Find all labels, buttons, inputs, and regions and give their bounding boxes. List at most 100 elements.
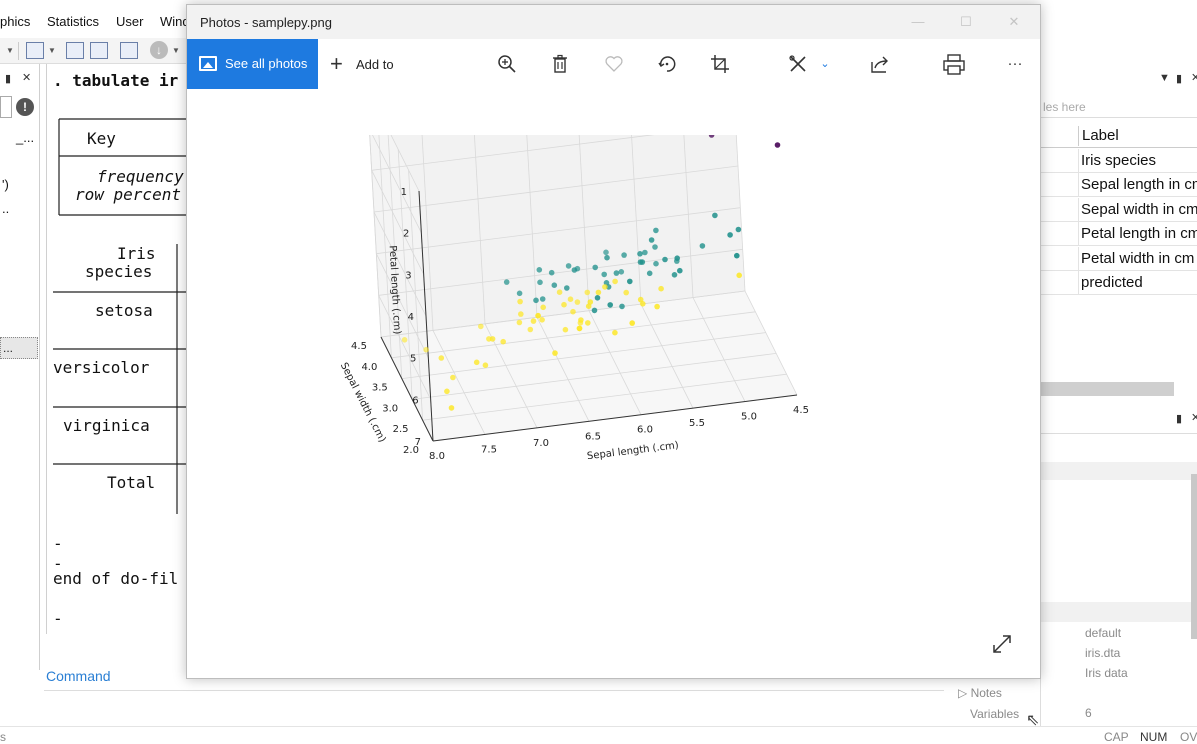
- variable-label: Petal length in cm: [1081, 225, 1197, 242]
- output-dot: -: [53, 534, 63, 553]
- data-point: [654, 303, 660, 310]
- variable-row[interactable]: Petal length in cm: [1041, 222, 1197, 246]
- variable-label: Sepal width in cm: [1081, 201, 1197, 218]
- minimize-icon[interactable]: —: [895, 11, 941, 33]
- y-tick-label: 4.0: [361, 362, 377, 373]
- close-icon[interactable]: ✕: [1191, 411, 1197, 424]
- data-point: [727, 232, 733, 238]
- data-point: [712, 212, 718, 219]
- menu-graphics[interactable]: phics: [0, 14, 30, 29]
- data-point: [539, 317, 545, 323]
- data-point: [618, 269, 625, 275]
- variable-row[interactable]: Iris species: [1041, 149, 1197, 173]
- variable-label: Sepal length in cm: [1081, 176, 1197, 193]
- variable-row[interactable]: Sepal width in cm: [1041, 198, 1197, 222]
- data-point: [735, 226, 742, 233]
- caret-icon[interactable]: ▼: [6, 46, 14, 55]
- row-label-total: Total: [107, 473, 156, 492]
- caps-indicator: CAP: [1104, 730, 1129, 744]
- pin-icon[interactable]: ▮: [1176, 72, 1182, 85]
- warning-icon: !: [16, 98, 34, 116]
- break-icon[interactable]: ↓: [150, 41, 168, 59]
- variables-filter-input[interactable]: les here: [1041, 96, 1197, 118]
- data-editor-icon[interactable]: [66, 42, 84, 59]
- data-point: [595, 289, 602, 296]
- data-point: [639, 259, 646, 265]
- notes-property-label[interactable]: ▷ Notes: [958, 686, 1002, 700]
- variable-row[interactable]: predicted: [1041, 271, 1197, 295]
- data-point: [613, 270, 620, 276]
- crop-icon[interactable]: [707, 51, 733, 77]
- caret-icon[interactable]: ▼: [48, 46, 56, 55]
- see-all-photos-button[interactable]: See all photos: [187, 39, 318, 89]
- close-icon[interactable]: ✕: [22, 71, 31, 84]
- variable-label: Petal width in cm: [1081, 250, 1195, 267]
- rotate-icon[interactable]: [654, 51, 680, 77]
- pin-icon[interactable]: ▮: [5, 72, 11, 85]
- history-item[interactable]: '): [2, 177, 9, 192]
- data-point: [621, 252, 627, 258]
- data-point: [585, 303, 592, 309]
- horizontal-scrollbar[interactable]: [1041, 382, 1174, 396]
- full-screen-icon[interactable]: [989, 631, 1015, 657]
- share-icon[interactable]: [867, 51, 893, 77]
- filter-icon[interactable]: ▼: [1159, 72, 1170, 84]
- history-item[interactable]: ..: [2, 201, 9, 216]
- chevron-down-icon[interactable]: ⌄: [812, 51, 838, 77]
- variables-property-label: Variables: [970, 707, 1020, 721]
- variables-manager-icon[interactable]: [120, 42, 138, 59]
- command-input[interactable]: [44, 690, 944, 724]
- data-point: [736, 272, 742, 279]
- delete-icon[interactable]: [547, 51, 573, 77]
- x-tick-label: 5.0: [741, 412, 757, 423]
- pin-icon[interactable]: ▮: [1176, 412, 1182, 425]
- data-point: [561, 301, 567, 308]
- data-point: [551, 282, 558, 288]
- status-left: s: [0, 730, 6, 744]
- do-file-editor-icon[interactable]: [26, 42, 44, 59]
- label-column-header[interactable]: Label: [1082, 127, 1119, 144]
- maximize-icon[interactable]: ☐: [943, 11, 989, 33]
- menu-user[interactable]: User: [116, 14, 143, 29]
- caret-icon[interactable]: ▼: [172, 46, 180, 55]
- edit-create-icon[interactable]: [785, 51, 811, 77]
- more-options-icon[interactable]: ···: [1002, 51, 1028, 77]
- print-icon[interactable]: [940, 51, 966, 77]
- zoom-icon[interactable]: [494, 51, 520, 77]
- close-icon[interactable]: ✕: [1191, 71, 1197, 84]
- end-of-do-file: end of do-fil: [53, 569, 179, 588]
- x-tick-label: 5.5: [689, 418, 705, 429]
- photos-command-bar: See all photos + Add to ⌄ ···: [187, 39, 1040, 89]
- history-filter-input[interactable]: [0, 96, 12, 118]
- data-point: [612, 278, 618, 285]
- data-point: [473, 359, 480, 366]
- data-point: [564, 285, 570, 291]
- x-tick-label: 7.0: [533, 438, 549, 449]
- z-tick-label: 6: [412, 395, 418, 406]
- menu-statistics[interactable]: Statistics: [47, 14, 99, 29]
- data-point: [619, 303, 625, 310]
- data-browser-icon[interactable]: [90, 42, 108, 59]
- close-icon[interactable]: ✕: [991, 11, 1037, 33]
- variable-row[interactable]: Petal width in cm: [1041, 247, 1197, 271]
- variable-row[interactable]: Sepal length in cm: [1041, 173, 1197, 197]
- data-point: [677, 267, 683, 274]
- row-label-versicolor: versicolor: [53, 358, 150, 377]
- data-point: [478, 323, 484, 330]
- favorite-icon[interactable]: [601, 51, 627, 77]
- key-frequency: frequency: [97, 167, 184, 186]
- window-title: Photos - samplepy.png: [200, 15, 332, 30]
- data-point: [774, 142, 781, 148]
- vertical-scrollbar[interactable]: [1191, 474, 1197, 639]
- overwrite-indicator: OV: [1180, 730, 1197, 744]
- data-point: [584, 289, 591, 296]
- column-header: Iris: [117, 244, 156, 263]
- data-point: [591, 307, 598, 314]
- data-point: [623, 289, 629, 296]
- data-point: [482, 362, 489, 368]
- row-label-virginica: virginica: [63, 416, 150, 435]
- history-item-selected[interactable]: ...: [0, 337, 38, 359]
- photo-gallery-icon: [199, 56, 217, 71]
- data-point: [648, 237, 655, 243]
- data-point: [646, 270, 653, 277]
